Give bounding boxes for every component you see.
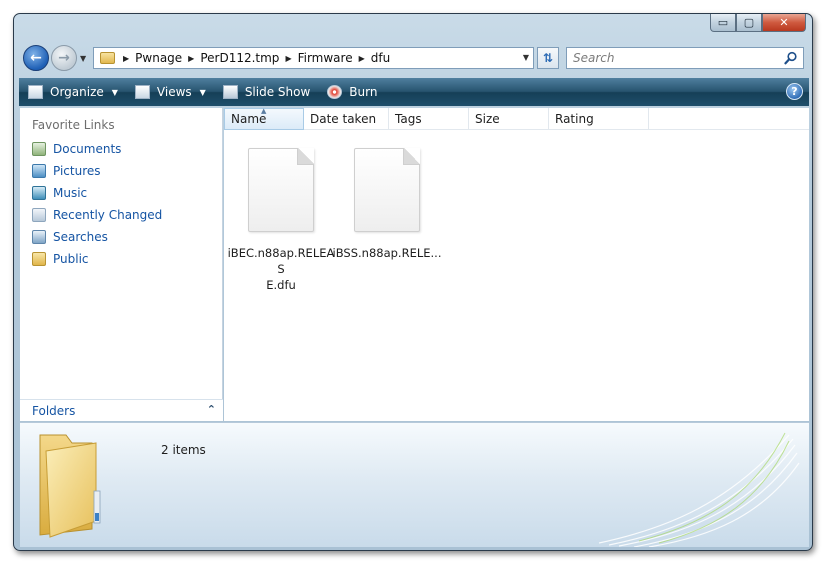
breadcrumb-item[interactable]: Pwnage (135, 51, 182, 65)
maximize-button[interactable]: ▢ (736, 14, 762, 32)
folders-toggle[interactable]: Folders ⌃ (20, 399, 223, 421)
file-name: iBSS.n88ap.RELE... (332, 246, 442, 260)
refresh-button[interactable]: ⇅ (537, 47, 559, 69)
column-name[interactable]: ▲ Name (224, 107, 304, 130)
help-icon[interactable]: ? (786, 83, 803, 100)
minimize-button[interactable]: ▭ (710, 14, 736, 32)
navigation-pane: Favorite Links Documents Pictures Music … (20, 108, 223, 421)
breadcrumb-separator-icon[interactable]: ▶ (359, 54, 365, 63)
file-item[interactable]: iBEC.n88ap.RELEAS E.dfu (226, 148, 336, 293)
breadcrumb: ▶ Pwnage ▶ PerD112.tmp ▶ Firmware ▶ dfu (121, 51, 394, 65)
file-name: iBEC.n88ap.RELEAS E.dfu (227, 246, 335, 292)
item-count: 2 items (161, 443, 206, 457)
column-headers: ▲ Name Date taken Tags Size Rating (224, 107, 809, 130)
breadcrumb-item[interactable]: Firmware (298, 51, 353, 65)
search-icon[interactable] (784, 51, 798, 65)
music-icon (32, 186, 46, 200)
sort-ascending-icon: ▲ (261, 107, 267, 115)
column-tags[interactable]: Tags (389, 108, 469, 130)
favorite-links-heading: Favorite Links (32, 118, 115, 132)
nav-link-searches[interactable]: Searches (32, 230, 108, 244)
nav-link-public[interactable]: Public (32, 252, 89, 266)
search-input[interactable]: Search (566, 47, 804, 69)
slideshow-icon (222, 85, 238, 99)
documents-icon (32, 142, 46, 156)
chevron-down-icon: ▼ (111, 87, 118, 97)
searches-icon (32, 230, 46, 244)
details-pane: 2 items (20, 422, 809, 547)
organize-icon (28, 85, 43, 99)
burn-button[interactable]: Burn (318, 78, 385, 106)
views-button[interactable]: Views ▼ (126, 78, 214, 106)
explorer-window: ▭ ▢ ✕ ← → ▼ ▶ Pwnage ▶ PerD112.tmp ▶ Fir… (13, 13, 813, 551)
column-rating[interactable]: Rating (549, 108, 649, 130)
search-placeholder: Search (573, 51, 615, 65)
public-folder-icon (32, 252, 46, 266)
breadcrumb-separator-icon[interactable]: ▶ (188, 54, 194, 63)
recently-changed-icon (32, 208, 46, 222)
forward-button[interactable]: → (51, 45, 77, 71)
address-dropdown-icon[interactable]: ▼ (523, 53, 529, 62)
organize-button[interactable]: Organize ▼ (19, 78, 126, 106)
column-size[interactable]: Size (469, 108, 549, 130)
breadcrumb-item[interactable]: PerD112.tmp (200, 51, 279, 65)
breadcrumb-separator-icon[interactable]: ▶ (285, 54, 291, 63)
forward-arrow-icon: → (58, 50, 70, 66)
caption-buttons: ▭ ▢ ✕ (710, 14, 806, 32)
close-button[interactable]: ✕ (762, 14, 806, 32)
column-date-taken[interactable]: Date taken (304, 108, 389, 130)
breadcrumb-separator-icon[interactable]: ▶ (123, 54, 129, 63)
generic-file-icon (248, 148, 314, 232)
burn-disc-icon (327, 85, 343, 99)
chevron-down-icon: ▼ (199, 87, 206, 97)
generic-file-icon (354, 148, 420, 232)
address-bar[interactable]: ▶ Pwnage ▶ PerD112.tmp ▶ Firmware ▶ dfu … (93, 47, 534, 69)
breadcrumb-item[interactable]: dfu (371, 51, 390, 65)
refresh-icon: ⇅ (542, 51, 554, 65)
folder-icon (100, 52, 115, 64)
recent-pages-dropdown[interactable]: ▼ (80, 54, 86, 63)
folder-icon (39, 434, 101, 538)
file-item[interactable]: iBSS.n88ap.RELE... (332, 148, 442, 261)
nav-link-documents[interactable]: Documents (32, 142, 121, 156)
command-bar: Organize ▼ Views ▼ Slide Show Burn ? (19, 78, 809, 106)
pictures-icon (32, 164, 46, 178)
nav-link-recently-changed[interactable]: Recently Changed (32, 208, 162, 222)
views-icon (134, 85, 150, 99)
back-arrow-icon: ← (30, 50, 42, 66)
chevron-up-icon: ⌃ (206, 403, 216, 416)
decorative-swoosh (598, 432, 800, 547)
nav-link-pictures[interactable]: Pictures (32, 164, 101, 178)
file-list: ▲ Name Date taken Tags Size Rating iBEC.… (224, 107, 809, 421)
back-button[interactable]: ← (23, 45, 49, 71)
nav-link-music[interactable]: Music (32, 186, 87, 200)
slideshow-button[interactable]: Slide Show (214, 78, 318, 106)
